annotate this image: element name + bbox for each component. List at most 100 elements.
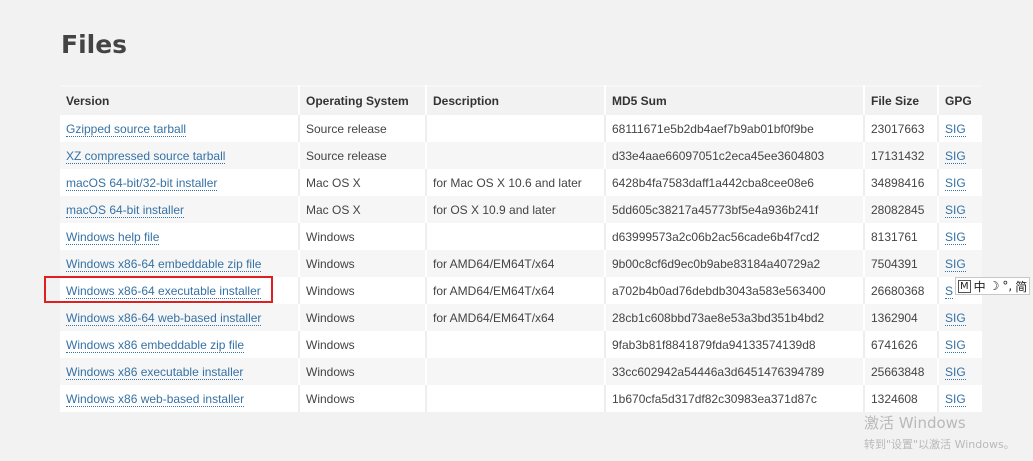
download-link[interactable]: Gzipped source tarball [66,121,187,137]
os-cell: Windows [306,364,355,379]
description-cell-cell: for OS X 10.9 and later [426,196,606,223]
table-row: Windows x86 embeddable zip file Windows 9f… [60,331,982,358]
download-link[interactable]: Windows x86-64 embeddable zip file [66,256,262,272]
md5-cell-cell: 68111671e5b2db4aef7b9ab01bf0f9be [605,115,865,142]
description-cell-cell [426,115,606,142]
file-size-cell-cell: 26680368 [864,277,939,304]
md5-cell-cell: 33cc602942a54446a3d6451476394789 [605,358,865,385]
description-cell: for AMD64/EM64T/x64 [433,310,555,325]
gpg-sig-link[interactable]: SIG [945,256,966,272]
download-cell: Windows x86-64 web-based installer [60,304,300,331]
md5-cell: 9fab3b81f8841879fda94133574139d8 [612,337,816,352]
os-cell: Source release [306,121,387,136]
file-size-cell-cell: 6741626 [864,331,939,358]
ime-punct-toggle[interactable]: °, [1002,279,1012,293]
description-cell-cell [426,358,606,385]
os-cell-cell: Windows [299,358,427,385]
file-size-cell: 8131761 [871,229,918,244]
md5-cell-cell: 6428b4fa7583daff1a442cba8cee08e6 [605,169,865,196]
file-size-cell-cell: 23017663 [864,115,939,142]
ime-toolbar[interactable]: M 中 ☽ °, 简 [955,277,1031,295]
description-cell-cell: for AMD64/EM64T/x64 [426,250,606,277]
download-cell: Windows help file [60,223,300,250]
table-row: Windows x86 web-based installer Windows 1b… [60,385,982,412]
os-cell-cell: Mac OS X [299,196,427,223]
description-cell-cell [426,385,606,412]
description-cell-cell: for AMD64/EM64T/x64 [426,304,606,331]
activation-title: 激活 Windows [864,414,966,432]
download-link[interactable]: Windows x86 executable installer [66,364,244,380]
file-size-cell: 25663848 [871,364,925,379]
page-title: Files [61,30,128,59]
gpg-sig-link[interactable]: SIG [945,337,966,353]
description-cell: for Mac OS X 10.6 and later [433,175,582,190]
md5-cell: 6428b4fa7583daff1a442cba8cee08e6 [612,175,814,190]
download-link[interactable]: Windows x86-64 web-based installer [66,310,262,326]
md5-cell: 1b670cfa5d317df82c30983ea371d87c [612,391,817,406]
table-row: XZ compressed source tarball Source relea… [60,142,982,169]
md5-cell: 28cb1c608bbd73ae8e53a3bd351b4bd2 [612,310,825,325]
download-cell: Windows x86 executable installer [60,358,300,385]
download-link[interactable]: macOS 64-bit installer [66,202,185,218]
md5-cell-cell: a702b4b0ad76debdb3043a583e563400 [605,277,865,304]
ime-mode-icon[interactable]: M [958,279,971,293]
md5-cell: d33e4aae66097051c2eca45ee3604803 [612,148,825,163]
table-row: macOS 64-bit/32-bit installer Mac OS X for… [60,169,982,196]
gpg-sig-cell: SIG [938,169,982,196]
files-table: Version Operating System Description MD5… [60,85,982,412]
table-row: macOS 64-bit installer Mac OS X for OS X 1… [60,196,982,223]
gpg-sig-link[interactable]: SIG [945,202,966,218]
md5-cell-cell: d63999573a2c06b2ac56cade6b4f7cd2 [605,223,865,250]
md5-cell-cell: 9fab3b81f8841879fda94133574139d8 [605,331,865,358]
description-cell-cell [426,223,606,250]
download-link[interactable]: Windows help file [66,229,160,245]
gpg-sig-link[interactable]: SIG [945,175,966,191]
os-cell-cell: Windows [299,250,427,277]
file-size-cell: 1324608 [871,391,918,406]
gpg-sig-link[interactable]: SIG [945,310,966,326]
os-cell-cell: Windows [299,223,427,250]
ime-script-toggle[interactable]: 简 [1015,278,1027,295]
gpg-sig-link[interactable]: SIG [945,391,966,407]
download-cell: Windows x86 web-based installer [60,385,300,412]
file-size-cell-cell: 25663848 [864,358,939,385]
gpg-sig-link[interactable]: S [945,283,954,299]
md5-cell-cell: 1b670cfa5d317df82c30983ea371d87c [605,385,865,412]
os-cell-cell: Source release [299,115,427,142]
md5-cell-cell: 9b00c8cf6d9ec0b9abe83184a40729a2 [605,250,865,277]
table-row: Gzipped source tarball Source release 6811… [60,115,982,142]
gpg-sig-link[interactable]: SIG [945,121,966,137]
download-link[interactable]: XZ compressed source tarball [66,148,226,164]
gpg-sig-cell: SIG [938,142,982,169]
header-md5: MD5 Sum [605,85,865,115]
moon-icon[interactable]: ☽ [989,279,1000,293]
download-cell: Gzipped source tarball [60,115,300,142]
file-size-cell: 28082845 [871,202,925,217]
download-link[interactable]: Windows x86 embeddable zip file [66,337,245,353]
file-size-cell-cell: 7504391 [864,250,939,277]
os-cell: Windows [306,391,355,406]
description-cell-cell [426,331,606,358]
table-row: Windows help file Windows d63999573a2c06b2… [60,223,982,250]
os-cell: Source release [306,148,387,163]
md5-cell: 5dd605c38217a45773bf5e4a936b241f [612,202,819,217]
header-version: Version [60,85,300,115]
os-cell: Windows [306,256,355,271]
gpg-sig-link[interactable]: SIG [945,229,966,245]
gpg-sig-link[interactable]: SIG [945,364,966,380]
download-cell: Windows x86 embeddable zip file [60,331,300,358]
download-link[interactable]: macOS 64-bit/32-bit installer [66,175,218,191]
download-link[interactable]: Windows x86 web-based installer [66,391,245,407]
windows-activation-notice: 激活 Windows 转到"设置"以激活 Windows。 [864,412,1015,452]
os-cell-cell: Mac OS X [299,169,427,196]
download-cell: Windows x86-64 embeddable zip file [60,250,300,277]
download-cell: XZ compressed source tarball [60,142,300,169]
download-cell: macOS 64-bit installer [60,196,300,223]
os-cell: Windows [306,283,355,298]
gpg-sig-link[interactable]: SIG [945,148,966,164]
gpg-sig-cell: SIG [938,115,982,142]
table-row: Windows x86 executable installer Windows 3… [60,358,982,385]
os-cell: Windows [306,337,355,352]
page: Files Version Operating System Descripti… [0,0,1033,461]
ime-lang-toggle[interactable]: 中 [974,278,986,295]
